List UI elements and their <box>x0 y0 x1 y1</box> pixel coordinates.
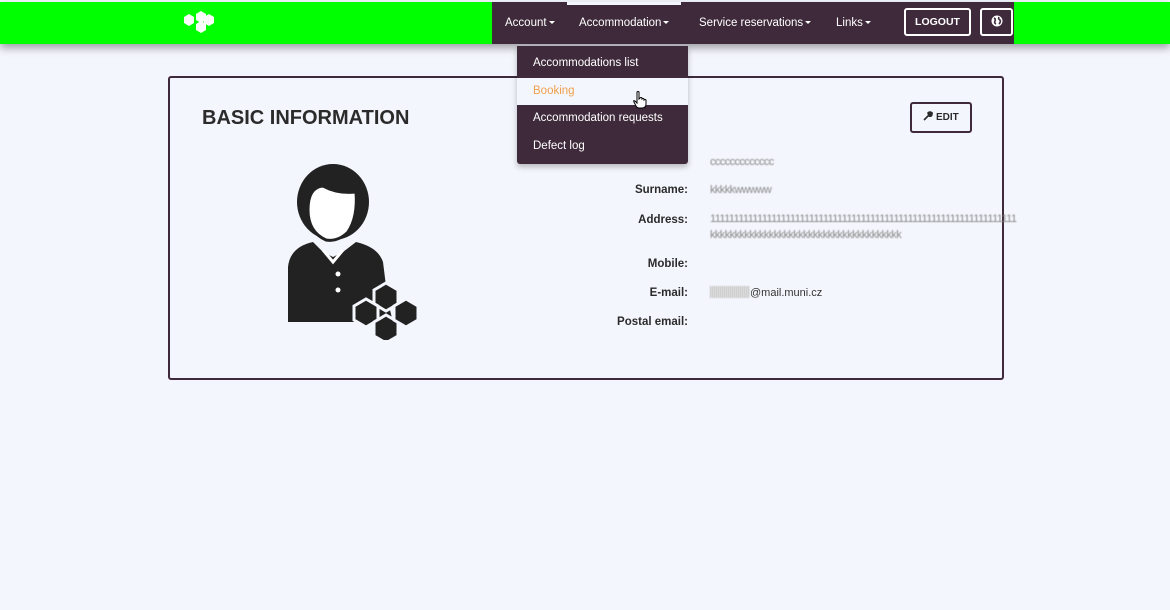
nav-links-label: Links <box>836 17 863 29</box>
menu-item-accommodations-list[interactable]: Accommodations list <box>517 50 688 78</box>
nav-account-label: Account <box>505 17 547 29</box>
logo-icon[interactable] <box>176 9 216 37</box>
nav-links[interactable]: Links <box>836 2 871 44</box>
language-button[interactable] <box>980 8 1013 36</box>
user-avatar-icon <box>288 164 420 340</box>
top-navbar: Account Accommodation Service reservatio… <box>0 2 1170 44</box>
address-value-line2: kkkkkkkkkkkkkkkkkkkkkkkkkkkkkkkkkkkkkkk <box>710 229 902 241</box>
surname-value: kkkkkwwwww <box>710 184 772 196</box>
menu-item-defect-log[interactable]: Defect log <box>517 133 688 161</box>
logout-button[interactable]: LOGOUT <box>904 8 971 36</box>
main-nav: Account Accommodation Service reservatio… <box>492 2 1014 44</box>
address-label: Address: <box>638 214 688 226</box>
nav-accommodation[interactable]: Accommodation <box>566 2 683 44</box>
accommodation-dropdown-menu: Accommodations list Booking Accommodatio… <box>517 46 688 164</box>
email-value: @mail.muni.cz <box>750 287 823 299</box>
nav-accommodation-label: Accommodation <box>579 17 662 29</box>
menu-item-accommodation-requests[interactable]: Accommodation requests <box>517 105 688 133</box>
caret-down-icon <box>663 21 670 25</box>
caret-down-icon <box>805 21 812 25</box>
nav-service-reservations-label: Service reservations <box>699 17 804 29</box>
postal-email-label: Postal email: <box>617 316 688 328</box>
name-value: ccccccccccccc <box>710 156 774 168</box>
edit-button-label: EDIT <box>936 112 959 123</box>
nav-account[interactable]: Account <box>505 2 555 44</box>
page-title: BASIC INFORMATION <box>202 107 410 129</box>
email-redacted <box>710 286 750 298</box>
caret-down-icon <box>548 21 555 25</box>
hand-cursor-icon <box>633 91 647 109</box>
surname-label: Surname: <box>634 184 688 196</box>
edit-button[interactable]: EDIT <box>910 102 972 133</box>
email-label: E-mail: <box>649 287 688 299</box>
globe-icon <box>991 15 1002 27</box>
caret-down-icon <box>864 21 871 25</box>
address-value-line1: 1111111111111111111111111111111111111111… <box>710 213 1017 225</box>
nav-service-reservations[interactable]: Service reservations <box>699 2 812 44</box>
mobile-label: Mobile: <box>647 258 688 270</box>
menu-item-booking[interactable]: Booking <box>517 77 688 105</box>
wrench-icon <box>923 111 934 121</box>
